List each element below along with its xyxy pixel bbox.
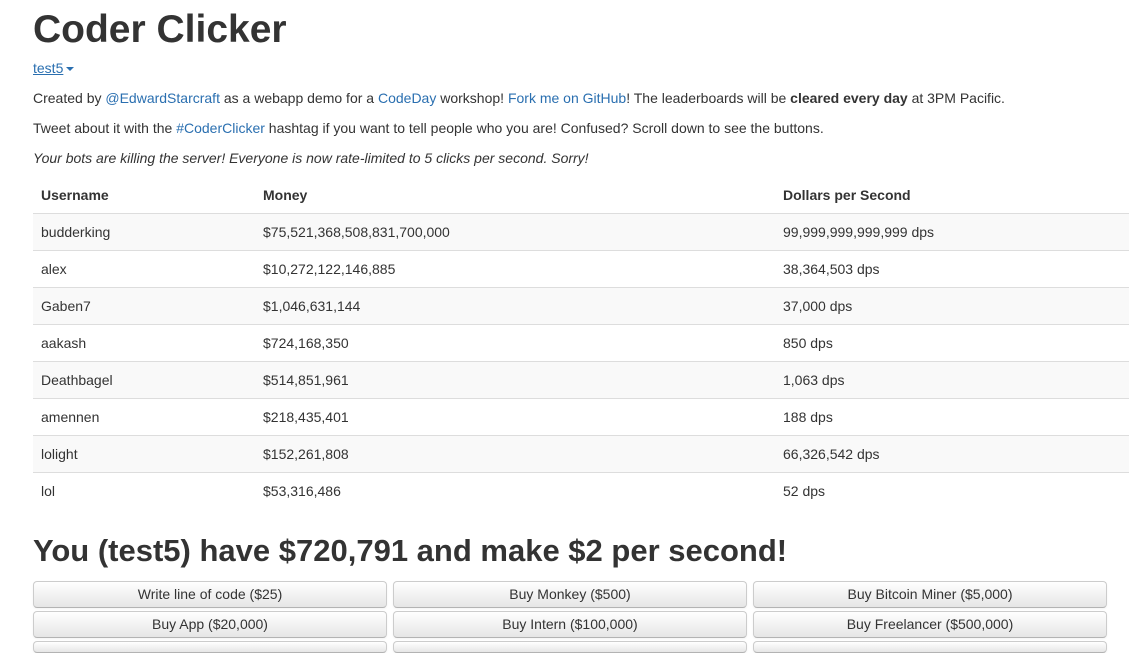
user-menu-toggle[interactable]: test5 xyxy=(33,60,75,76)
table-row: amennen $218,435,401 188 dps xyxy=(33,398,1129,436)
next-row-button-partial[interactable] xyxy=(753,641,1107,653)
cell-username: Gaben7 xyxy=(33,287,255,325)
cell-username: alex xyxy=(33,250,255,288)
page-title: Coder Clicker xyxy=(33,8,287,51)
cell-dps: 1,063 dps xyxy=(775,361,1129,399)
github-link[interactable]: Fork me on GitHub xyxy=(508,90,626,106)
table-row: budderking $75,521,368,508,831,700,000 9… xyxy=(33,213,1129,251)
cell-money: $218,435,401 xyxy=(255,398,775,436)
write-code-button[interactable]: Write line of code ($25) xyxy=(33,581,387,608)
cell-dps: 99,999,999,999,999 dps xyxy=(775,213,1129,251)
table-row: Deathbagel $514,851,961 1,063 dps xyxy=(33,361,1129,399)
hashtag-link[interactable]: #CoderClicker xyxy=(176,120,265,136)
cell-username: Deathbagel xyxy=(33,361,255,399)
buy-app-button[interactable]: Buy App ($20,000) xyxy=(33,611,387,638)
caret-down-icon xyxy=(66,67,75,72)
cell-money: $75,521,368,508,831,700,000 xyxy=(255,213,775,251)
cell-dps: 850 dps xyxy=(775,324,1129,362)
leaderboard-table: Username Money Dollars per Second budder… xyxy=(33,177,1129,509)
intro-paragraph-tweet: Tweet about it with the #CoderClicker ha… xyxy=(33,118,824,138)
buy-freelancer-button[interactable]: Buy Freelancer ($500,000) xyxy=(753,611,1107,638)
player-summary-heading: You (test5) have $720,791 and make $2 pe… xyxy=(33,533,788,568)
credits-text-mid: as a webapp demo for a xyxy=(219,90,378,106)
column-header-username: Username xyxy=(33,177,255,214)
user-menu-label: test5 xyxy=(33,60,64,76)
buy-monkey-button[interactable]: Buy Monkey ($500) xyxy=(393,581,747,608)
cell-username: lol xyxy=(33,472,255,509)
buy-intern-button[interactable]: Buy Intern ($100,000) xyxy=(393,611,747,638)
cell-username: aakash xyxy=(33,324,255,362)
cell-username: budderking xyxy=(33,213,255,251)
table-row: lol $53,316,486 52 dps xyxy=(33,472,1129,509)
cell-money: $10,272,122,146,885 xyxy=(255,250,775,288)
cell-money: $1,046,631,144 xyxy=(255,287,775,325)
next-row-button-partial[interactable] xyxy=(393,641,747,653)
tweet-text-start: Tweet about it with the xyxy=(33,120,177,136)
column-header-dps: Dollars per Second xyxy=(775,177,1129,214)
leaderboard-header-row: Username Money Dollars per Second xyxy=(33,177,1129,214)
intro-paragraph-credits: Created by @EdwardStarcraft as a webapp … xyxy=(33,88,1005,108)
cell-money: $514,851,961 xyxy=(255,361,775,399)
cleared-every-day-text: cleared every day xyxy=(790,90,908,106)
credits-text: Created by xyxy=(33,90,106,106)
leaderboard-notice-text: ! The leaderboards will be xyxy=(626,90,791,106)
rate-limit-notice: Your bots are killing the server! Everyo… xyxy=(33,150,589,166)
codeday-link[interactable]: CodeDay xyxy=(378,90,436,106)
credits-text-workshop: workshop! xyxy=(436,90,508,106)
cell-dps: 37,000 dps xyxy=(775,287,1129,325)
column-header-money: Money xyxy=(255,177,775,214)
cell-dps: 188 dps xyxy=(775,398,1129,436)
author-link[interactable]: @EdwardStarcraft xyxy=(105,90,220,106)
cell-money: $53,316,486 xyxy=(255,472,775,509)
buy-bitcoin-miner-button[interactable]: Buy Bitcoin Miner ($5,000) xyxy=(753,581,1107,608)
cell-dps: 38,364,503 dps xyxy=(775,250,1129,288)
cell-money: $724,168,350 xyxy=(255,324,775,362)
cell-username: amennen xyxy=(33,398,255,436)
reset-time-text: at 3PM Pacific. xyxy=(907,90,1005,106)
cell-dps: 52 dps xyxy=(775,472,1129,509)
table-row: lolight $152,261,808 66,326,542 dps xyxy=(33,435,1129,473)
cell-username: lolight xyxy=(33,435,255,473)
next-row-button-partial[interactable] xyxy=(33,641,387,653)
cell-money: $152,261,808 xyxy=(255,435,775,473)
tweet-text-end: hashtag if you want to tell people who y… xyxy=(264,120,824,136)
table-row: alex $10,272,122,146,885 38,364,503 dps xyxy=(33,250,1129,288)
table-row: Gaben7 $1,046,631,144 37,000 dps xyxy=(33,287,1129,325)
table-row: aakash $724,168,350 850 dps xyxy=(33,324,1129,362)
cell-dps: 66,326,542 dps xyxy=(775,435,1129,473)
